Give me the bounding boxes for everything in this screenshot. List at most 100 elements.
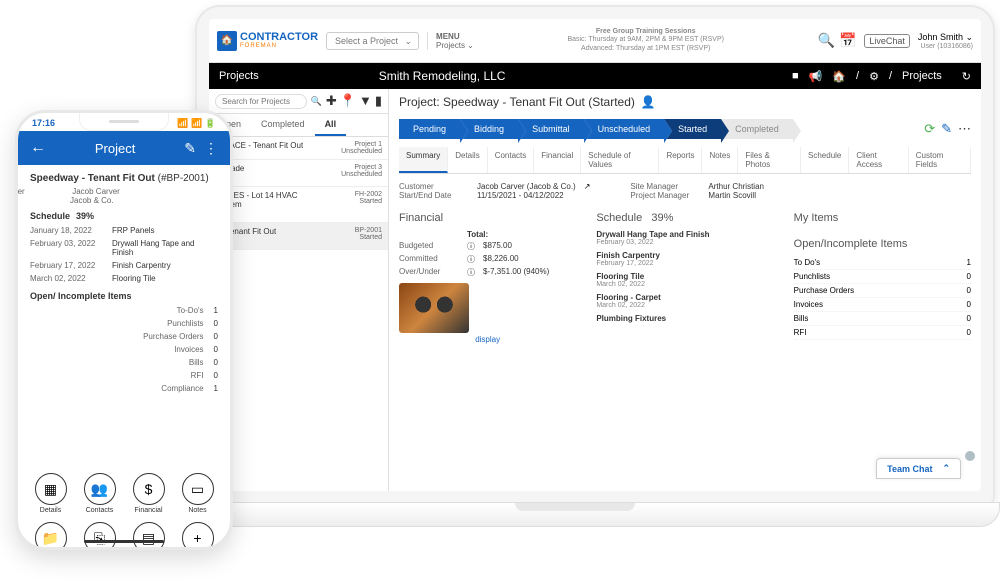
p-oi-value: 1 xyxy=(214,306,218,315)
pin-icon[interactable]: 📍 xyxy=(340,93,356,109)
phone-header: ← Project ✎ ⋮ xyxy=(18,131,230,165)
details-button[interactable]: ▦Details xyxy=(35,473,67,514)
stage-submittal[interactable]: Submittal xyxy=(518,119,584,139)
project-title-row: Project: Speedway - Tenant Fit Out (Star… xyxy=(399,95,971,109)
gear-icon[interactable]: ⚙ xyxy=(869,70,879,83)
search-input[interactable] xyxy=(215,94,307,109)
project-status: Unscheduled xyxy=(341,148,382,155)
sched-task: Flooring - Carpet xyxy=(596,293,773,302)
files-button[interactable]: 📁Files xyxy=(35,522,67,550)
new-button[interactable]: +New xyxy=(182,522,214,550)
project-title: Project: Speedway - Tenant Fit Out (Star… xyxy=(399,95,635,109)
tab-completed[interactable]: Completed xyxy=(251,114,315,136)
tab-client-access[interactable]: Client Access xyxy=(849,147,908,173)
laptop-notch xyxy=(515,503,635,511)
back-icon[interactable]: ← xyxy=(30,139,46,157)
custom-button[interactable]: ▤Custom xyxy=(133,522,165,550)
p-oi-value: 0 xyxy=(214,345,218,354)
tab-schedule[interactable]: Schedule xyxy=(801,147,849,173)
folder-icon: 📁 xyxy=(35,522,67,550)
project-row[interactable]: y - Tenant Fit Outial BP-2001Started xyxy=(209,223,388,250)
home-icon[interactable]: 🏠 xyxy=(832,70,846,83)
project-image-thumb[interactable] xyxy=(399,283,469,333)
p-sched-pct: 39% xyxy=(76,211,94,221)
project-id: Project 3 xyxy=(341,164,382,171)
divider: / xyxy=(889,70,892,82)
stage-unscheduled[interactable]: Unscheduled xyxy=(584,119,665,139)
brand-logo[interactable]: 🏠 CONTRACTOR FOREMAN xyxy=(217,31,318,51)
stage-bidding[interactable]: Bidding xyxy=(460,119,518,139)
project-row[interactable]: PALACE - Tenant Fit Out Project 1Unsched… xyxy=(209,137,388,160)
divider: / xyxy=(856,70,859,82)
team-chat-label: Team Chat xyxy=(887,464,932,474)
breadcrumb[interactable]: Projects xyxy=(902,70,942,82)
p-sched-task: FRP Panels xyxy=(112,226,155,235)
financial-button[interactable]: $Financial xyxy=(133,473,165,514)
notes-button[interactable]: ▭Notes xyxy=(182,473,214,514)
tab-custom[interactable]: Custom Fields xyxy=(909,147,971,173)
person-icon[interactable]: 👤 xyxy=(641,95,656,109)
oi-value: 0 xyxy=(967,286,971,295)
tab-reports[interactable]: Reports xyxy=(659,147,702,173)
project-id: Project 1 xyxy=(341,141,382,148)
stage-completed[interactable]: Completed xyxy=(721,119,793,139)
more-icon[interactable]: ⋮ xyxy=(204,140,218,157)
p-sched-task: Finish Carpentry xyxy=(112,261,171,270)
stage-started[interactable]: Started xyxy=(664,119,721,139)
calendar-icon[interactable]: 📅 xyxy=(839,32,856,49)
more-icon[interactable]: ⋯ xyxy=(958,121,971,137)
p-oi-value: 0 xyxy=(214,332,218,341)
add-icon[interactable]: ✚ xyxy=(326,93,337,109)
tab-sov[interactable]: Schedule of Values xyxy=(581,147,659,173)
search-icon[interactable]: 🔍 xyxy=(818,32,835,49)
sched-task: Finish Carpentry xyxy=(596,251,773,260)
filter-icon[interactable]: ▼ xyxy=(359,93,372,109)
project-list[interactable]: PALACE - Tenant Fit Out Project 1Unsched… xyxy=(209,137,388,491)
laptop-base xyxy=(150,502,1000,527)
tab-financial[interactable]: Financial xyxy=(534,147,581,173)
project-id: FH-2002 xyxy=(355,191,382,198)
user-menu[interactable]: John Smith ⌄ User (10316086) xyxy=(918,32,973,50)
tab-summary[interactable]: Summary xyxy=(399,147,448,173)
stage-pending[interactable]: Pending xyxy=(399,119,460,139)
financial-title: Financial xyxy=(399,212,576,224)
phone-body[interactable]: Speedway - Tenant Fit Out (#BP-2001) Cus… xyxy=(18,165,230,469)
projmgr-label: Project Manager xyxy=(630,191,700,200)
project-row[interactable]: HOMES - Lot 14 HVAC Systemial FH-2002Sta… xyxy=(209,187,388,223)
project-selector[interactable]: Select a Project xyxy=(326,32,419,50)
edit-icon[interactable]: ✎ xyxy=(184,140,196,157)
logo-icon: 🏠 xyxy=(217,31,237,51)
tab-notes[interactable]: Notes xyxy=(702,147,738,173)
tab-files[interactable]: Files & Photos xyxy=(738,147,801,173)
announce-icon[interactable]: 📢 xyxy=(809,70,823,83)
list-tabs: Open Completed All xyxy=(209,114,388,137)
sched-date: February 17, 2022 xyxy=(596,260,773,267)
search-icon[interactable]: 🔍 xyxy=(311,96,322,107)
p-oi-label: Invoices xyxy=(30,345,214,354)
p-customer: Jacob Carver Jacob & Co. xyxy=(70,187,120,205)
history-icon[interactable]: ↻ xyxy=(962,70,971,83)
edit-icon[interactable]: ✎ xyxy=(941,121,952,137)
video-icon[interactable]: ■ xyxy=(792,70,799,82)
project-row[interactable]: upgradeial Project 3Unscheduled xyxy=(209,160,388,187)
refresh-icon[interactable]: ⟳ xyxy=(924,121,935,137)
menu-dropdown[interactable]: MENU Projects ⌄ xyxy=(427,32,474,50)
home-indicator[interactable] xyxy=(84,540,164,543)
p-open-label: Open/ Incomplete Items xyxy=(30,291,218,301)
tab-details[interactable]: Details xyxy=(448,147,487,173)
oi-label: Invoices xyxy=(794,300,823,309)
p-oi-label: To-Do's xyxy=(30,306,214,315)
committed-label: Committed xyxy=(399,254,459,265)
display-link[interactable]: display xyxy=(399,335,576,344)
notes-icon: ▭ xyxy=(182,473,214,505)
custom-icon: ▤ xyxy=(133,522,165,550)
sov-button[interactable]: ⎘SOV xyxy=(84,522,116,550)
tab-all[interactable]: All xyxy=(315,114,347,136)
tab-contacts[interactable]: Contacts xyxy=(488,147,535,173)
livechat-button[interactable]: LiveChat xyxy=(864,34,910,48)
external-link-icon[interactable]: ↗ xyxy=(584,182,591,191)
team-chat-toggle[interactable]: Team Chat ⌃ xyxy=(876,458,961,479)
phone-button-row-2: 📁Files ⎘SOV ▤Custom +New xyxy=(18,518,230,550)
columns-icon[interactable]: ▮ xyxy=(375,93,382,109)
contacts-button[interactable]: 👥Contacts xyxy=(84,473,116,514)
